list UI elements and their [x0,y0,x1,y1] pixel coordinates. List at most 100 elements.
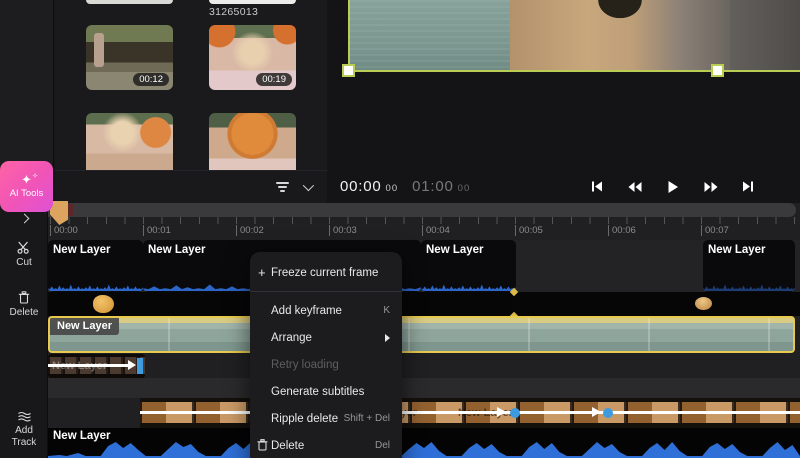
arrow-right-icon [497,407,506,417]
menu-item-label: Delete [271,439,305,452]
ruler-ticks [50,217,800,224]
trash-icon [257,439,268,451]
menu-item-label: Add keyframe [271,304,342,317]
menu-item-label: Generate subtitles [271,385,365,398]
selection-handle-bottom-left[interactable] [342,64,355,77]
total-frames: 00 [457,183,471,194]
add-track-label: Add Track [11,425,37,448]
delete-label: Delete [9,307,39,318]
ai-tools-button[interactable]: ✦ AI Tools [0,161,53,212]
collapse-panel-button[interactable] [0,213,48,224]
menu-item-ripple-delete[interactable]: Ripple delete Shift + Del [250,405,402,432]
timeline-clip[interactable]: New Layer [48,240,143,292]
play-button[interactable] [665,179,680,194]
media-panel-toolbar [55,170,327,203]
menu-item-add-keyframe[interactable]: Add keyframe K [250,297,402,324]
media-thumbnail-portrait[interactable]: 00:19 [209,25,296,90]
chevron-right-icon [19,213,29,224]
menu-shortcut: K [383,305,390,316]
layers-icon [17,411,31,422]
media-thumbnail-partial[interactable] [209,0,296,4]
timeline-clip[interactable]: New Layer [421,240,516,292]
scissors-icon [17,241,29,254]
rewind-button[interactable] [627,179,642,194]
arrow-right-icon [128,360,136,370]
media-thumbnail-partial[interactable] [86,0,173,4]
timecode-display: 00:00 00 01:00 00 [340,178,470,195]
video-segment-dark [730,0,800,71]
clip-label: New Layer [53,244,111,256]
menu-item-generate-subtitles[interactable]: Generate subtitles [250,378,402,405]
chevron-down-icon[interactable] [302,179,315,192]
menu-divider [250,291,402,292]
media-thumbnail-fan-hold[interactable] [86,113,173,178]
menu-shortcut: Shift + Del [343,413,390,424]
ruler-label: 00:04 [422,225,450,236]
timeline-tool-rail: Cut Delete Add Track [0,203,48,458]
playback-controls [589,179,756,194]
timeline-clip[interactable]: New Layer [703,240,795,292]
total-time: 01:00 [412,178,454,195]
filmstrip-clip-short[interactable]: New Layer [48,354,145,378]
preview-video-frame[interactable] [348,0,800,71]
selected-video-clip[interactable]: New Layer [48,316,795,353]
plus-icon: + [258,265,266,280]
duration-badge: 00:12 [133,73,169,86]
context-menu: + Freeze current frame Add keyframe K Ar… [250,252,402,458]
add-track-button[interactable]: Add Track [0,411,48,449]
ruler-label: 00:06 [608,225,636,236]
current-frames: 00 [385,183,399,194]
video-segment-water [348,0,510,71]
audio-waveform [48,442,800,458]
preview-panel: 00:00 00 01:00 00 [327,0,800,203]
arrow-right-icon [592,407,601,417]
pancake-sticker[interactable] [695,297,712,310]
current-time: 00:00 [340,178,382,195]
hand-sticker[interactable] [93,295,114,313]
sparkle-icon: ✦ [21,171,38,186]
empty-track-band [48,378,800,398]
selection-handle-bottom-mid[interactable] [711,64,724,77]
skip-start-button[interactable] [589,179,604,194]
fast-forward-button[interactable] [703,179,718,194]
selection-border-bottom [348,70,800,72]
menu-shortcut: Del [374,440,390,451]
menu-item-label: Ripple delete [271,412,339,425]
timeline-tracks-area: 00:00 00:01 00:02 00:03 00:04 00:05 00:0… [48,201,800,458]
cut-label: Cut [16,257,32,268]
track-video-audio: New Layer New Layer New Layer New Layer [48,240,800,292]
media-thumbnail-fan-face[interactable] [209,113,296,178]
keyframe-line [48,364,128,367]
keyframe-line [140,411,800,414]
menu-item-arrange[interactable]: Arrange [250,324,402,351]
media-thumbnail-park[interactable]: 00:12 [86,25,173,90]
filter-icon[interactable] [276,182,289,192]
menu-item-delete[interactable]: Delete Del [250,432,402,458]
timeline-scrollbar[interactable] [48,203,796,217]
transport-bar: 00:00 00 01:00 00 [327,170,800,203]
blue-marker[interactable] [137,358,143,374]
submenu-arrow-icon [385,333,390,342]
track-stickers [48,287,800,321]
video-segment-person [510,0,730,71]
menu-item-freeze-frame[interactable]: + Freeze current frame [250,260,402,286]
menu-item-label: Freeze current frame [271,267,379,279]
ai-tools-label: AI Tools [9,188,44,199]
trash-icon [18,291,30,304]
media-item-id: 31265013 [209,6,259,18]
ruler-label: 00:03 [329,225,357,236]
blue-keyframe-dot[interactable] [510,407,520,418]
blue-keyframe-dot[interactable] [603,407,613,418]
delete-button[interactable]: Delete [0,291,48,318]
track-audio-clip[interactable]: New Layer [48,428,800,458]
ruler-label: 00:01 [143,225,171,236]
ruler-label: 00:00 [50,225,78,236]
clip-label-badge: New Layer [50,318,120,335]
skip-end-button[interactable] [741,179,756,194]
timeline-ruler[interactable]: 00:00 00:01 00:02 00:03 00:04 00:05 00:0… [48,217,800,240]
cut-button[interactable]: Cut [0,241,48,268]
duration-badge: 00:19 [256,73,292,86]
clip-label: New Layer [708,244,766,256]
menu-item-retry-loading: Retry loading [250,351,402,378]
filmstrip-clip-long[interactable]: New Layer New Layer [140,398,800,428]
